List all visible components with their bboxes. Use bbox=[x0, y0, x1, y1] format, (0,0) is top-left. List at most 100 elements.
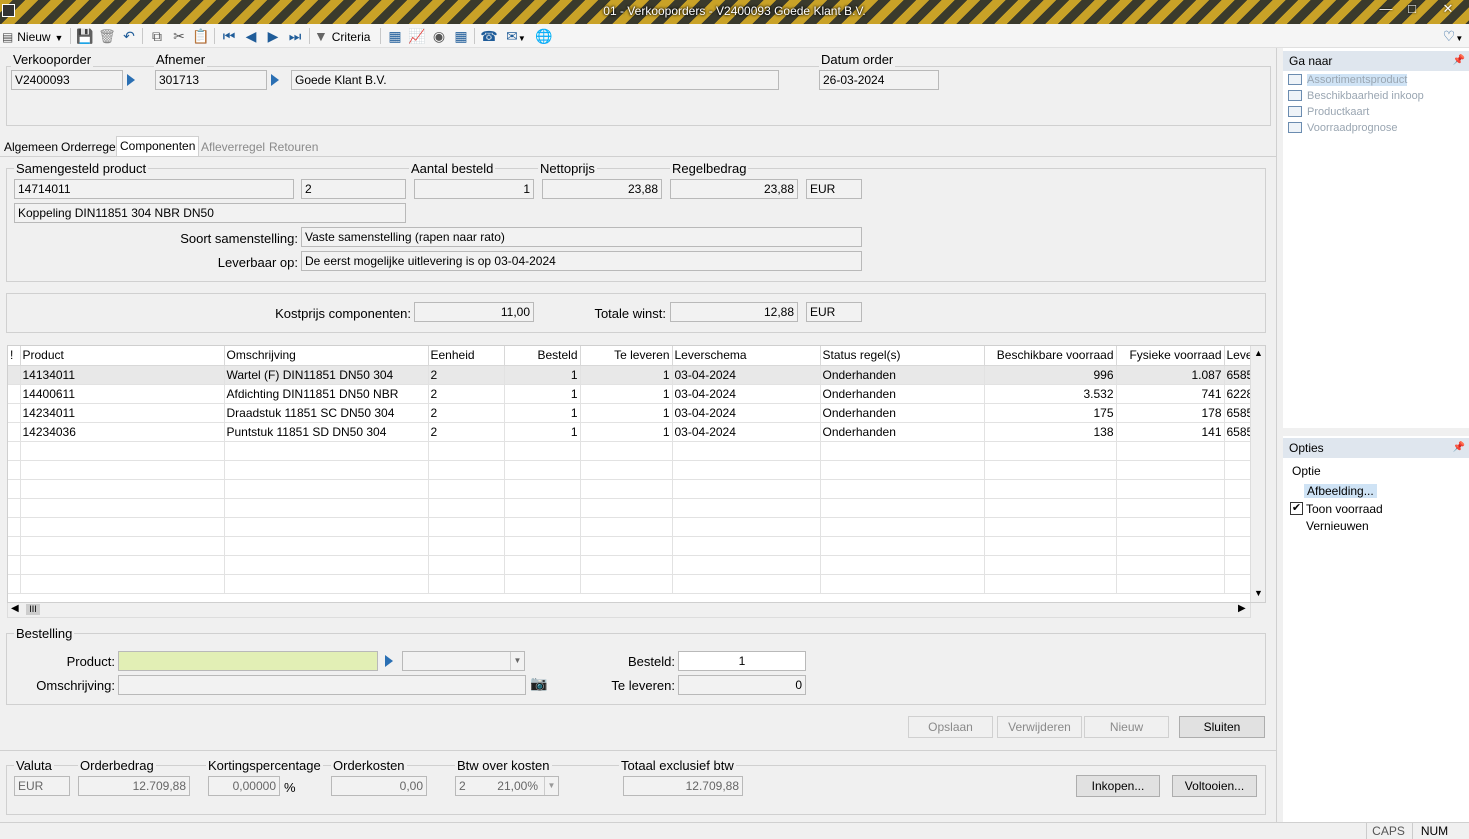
nieuw-button[interactable]: Nieuw bbox=[1084, 716, 1169, 738]
scroll-left-icon[interactable]: ◀ bbox=[11, 603, 19, 614]
mail-icon[interactable]: ✉▼ bbox=[502, 27, 530, 45]
opslaan-button[interactable]: Opslaan bbox=[908, 716, 993, 738]
verkooporder-arrow-icon[interactable] bbox=[127, 74, 135, 86]
nettoprijs-field[interactable]: 23,88 bbox=[542, 179, 662, 199]
empty-table-row[interactable] bbox=[8, 479, 1253, 499]
close-button[interactable]: ✕ bbox=[1434, 0, 1462, 22]
tab-componenten[interactable]: Componenten bbox=[116, 136, 200, 157]
soort-samenstelling-field[interactable]: Vaste samenstelling (rapen naar rato) bbox=[301, 227, 862, 247]
empty-table-row[interactable] bbox=[8, 441, 1253, 461]
unit-field[interactable]: 2 bbox=[301, 179, 406, 199]
scroll-thumb[interactable]: III bbox=[26, 604, 40, 615]
column-header[interactable]: Omschrijving bbox=[224, 346, 429, 366]
datum-order-field[interactable]: 26-03-2024 bbox=[819, 70, 939, 90]
binoculars-icon[interactable]: ◉ bbox=[430, 27, 448, 45]
product-input[interactable] bbox=[118, 651, 378, 671]
empty-table-row[interactable] bbox=[8, 536, 1253, 556]
previous-record-icon[interactable]: ◀ bbox=[242, 27, 260, 45]
chevron-down-icon[interactable]: ▼ bbox=[544, 777, 558, 795]
chevron-down-icon[interactable]: ▼ bbox=[510, 652, 524, 670]
criteria-button[interactable]: ▼ Criteria bbox=[314, 27, 376, 45]
vertical-scrollbar[interactable]: ▲ ▼ bbox=[1250, 346, 1265, 602]
panel-splitter[interactable] bbox=[1276, 48, 1283, 822]
samengesteld-product-field[interactable]: 14714011 bbox=[14, 179, 294, 199]
sluiten-button[interactable]: Sluiten bbox=[1179, 716, 1265, 738]
totale-winst-field[interactable]: 12,88 bbox=[670, 302, 798, 322]
product-lookup-arrow-icon[interactable] bbox=[385, 655, 393, 667]
currency-field[interactable]: EUR bbox=[806, 179, 862, 199]
kostprijs-componenten-field[interactable]: 11,00 bbox=[414, 302, 534, 322]
toon-voorraad-checkbox[interactable]: ✔ bbox=[1290, 502, 1303, 515]
verwijderen-button[interactable]: Verwijderen bbox=[997, 716, 1082, 738]
aantal-besteld-field[interactable]: 1 bbox=[414, 179, 534, 199]
tab-algemeen[interactable]: Algemeen bbox=[1, 138, 61, 156]
column-header[interactable]: Status regel(s) bbox=[820, 346, 985, 366]
valuta-field[interactable]: EUR bbox=[14, 776, 70, 796]
pin-icon[interactable]: 📌 bbox=[1453, 51, 1465, 71]
favorites-icon[interactable]: ♡▼ bbox=[1440, 27, 1466, 45]
column-header[interactable]: Leverschema bbox=[672, 346, 821, 366]
column-header[interactable]: Product bbox=[20, 346, 225, 366]
tab-orderregel[interactable]: Orderregel bbox=[58, 138, 121, 156]
column-header[interactable]: ! bbox=[8, 346, 21, 366]
paste-icon[interactable]: 📋 bbox=[192, 27, 210, 45]
goto-item-assortimentsproduct[interactable]: Assortimentsproduct bbox=[1288, 72, 1408, 88]
empty-table-row[interactable] bbox=[8, 555, 1253, 575]
afbeelding-option[interactable]: Afbeelding... bbox=[1304, 484, 1377, 498]
column-header[interactable]: Te leveren bbox=[580, 346, 673, 366]
first-record-icon[interactable]: ⏮ bbox=[220, 27, 238, 45]
empty-table-row[interactable] bbox=[8, 460, 1253, 480]
verkooporder-field[interactable]: V2400093 bbox=[11, 70, 123, 90]
besteld-input[interactable]: 1 bbox=[678, 651, 806, 671]
product-unit-select[interactable]: ▼ bbox=[402, 651, 525, 671]
save-icon[interactable]: 💾 bbox=[76, 27, 94, 45]
components-grid[interactable]: ! Product Omschrijving Eenheid Besteld T… bbox=[7, 345, 1266, 603]
pin-icon[interactable]: 📌 bbox=[1453, 438, 1465, 458]
kortingspercentage-field[interactable]: 0,00000 bbox=[208, 776, 280, 796]
camera-icon[interactable]: 📷 bbox=[530, 675, 547, 692]
orderbedrag-field[interactable]: 12.709,88 bbox=[78, 776, 190, 796]
te-leveren-field[interactable]: 0 bbox=[678, 675, 806, 695]
empty-table-row[interactable] bbox=[8, 517, 1253, 537]
afnemer-code-field[interactable]: 301713 bbox=[155, 70, 267, 90]
maximize-button[interactable]: □ bbox=[1398, 0, 1426, 22]
vernieuwen-option[interactable]: Vernieuwen bbox=[1306, 519, 1369, 533]
btw-select[interactable]: 2 21,00% ▼ bbox=[455, 776, 559, 796]
delete-icon[interactable]: 🗑 bbox=[98, 27, 116, 45]
table-icon[interactable]: ▦ bbox=[452, 27, 470, 45]
column-header[interactable]: Besteld bbox=[504, 346, 581, 366]
column-header[interactable]: Eenheid bbox=[428, 346, 505, 366]
cut-icon[interactable]: ✂ bbox=[170, 27, 188, 45]
goto-item-voorraadprognose[interactable]: Voorraadprognose bbox=[1288, 120, 1398, 136]
excel-icon[interactable]: ▦ bbox=[386, 27, 404, 45]
inkopen-button[interactable]: Inkopen... bbox=[1076, 775, 1160, 797]
horizontal-scrollbar[interactable]: ◀ III ▶ bbox=[7, 603, 1251, 618]
table-row[interactable]: 14234036 Puntstuk 11851 SD DN50 304 2 1 … bbox=[8, 422, 1253, 442]
goto-item-productkaart[interactable]: Productkaart bbox=[1288, 104, 1369, 120]
regelbedrag-field[interactable]: 23,88 bbox=[670, 179, 798, 199]
table-row[interactable]: 14134011 Wartel (F) DIN11851 DN50 304 2 … bbox=[8, 365, 1253, 385]
next-record-icon[interactable]: ▶ bbox=[264, 27, 282, 45]
afnemer-name-field[interactable]: Goede Klant B.V. bbox=[291, 70, 779, 90]
voltooien-button[interactable]: Voltooien... bbox=[1172, 775, 1257, 797]
chart-icon[interactable]: 📈 bbox=[408, 27, 426, 45]
column-header[interactable]: Fysieke voorraad bbox=[1116, 346, 1225, 366]
goto-item-beschikbaarheid-inkoop[interactable]: Beschikbaarheid inkoop bbox=[1288, 88, 1424, 104]
column-header[interactable]: Leve bbox=[1224, 346, 1253, 366]
scroll-down-icon[interactable]: ▼ bbox=[1254, 588, 1263, 598]
column-header[interactable]: Beschikbare voorraad bbox=[984, 346, 1117, 366]
product-description-field[interactable]: Koppeling DIN11851 304 NBR DN50 bbox=[14, 203, 406, 223]
empty-table-row[interactable] bbox=[8, 498, 1253, 518]
totaal-exclusief-field[interactable]: 12.709,88 bbox=[623, 776, 743, 796]
tab-afleverregel[interactable]: Afleverregel bbox=[198, 138, 268, 156]
afnemer-arrow-icon[interactable] bbox=[271, 74, 279, 86]
minimize-button[interactable]: — bbox=[1372, 0, 1400, 22]
phone-icon[interactable]: ☎ bbox=[480, 27, 498, 45]
scroll-right-icon[interactable]: ▶ bbox=[1238, 603, 1246, 614]
toon-voorraad-label[interactable]: Toon voorraad bbox=[1306, 502, 1383, 516]
table-row[interactable]: 14234011 Draadstuk 11851 SC DN50 304 2 1… bbox=[8, 403, 1253, 423]
omschrijving-field[interactable] bbox=[118, 675, 526, 695]
orderkosten-field[interactable]: 0,00 bbox=[331, 776, 427, 796]
table-row[interactable]: 14400611 Afdichting DIN11851 DN50 NBR 2 … bbox=[8, 384, 1253, 404]
globe-icon[interactable]: 🌐 bbox=[535, 27, 553, 45]
